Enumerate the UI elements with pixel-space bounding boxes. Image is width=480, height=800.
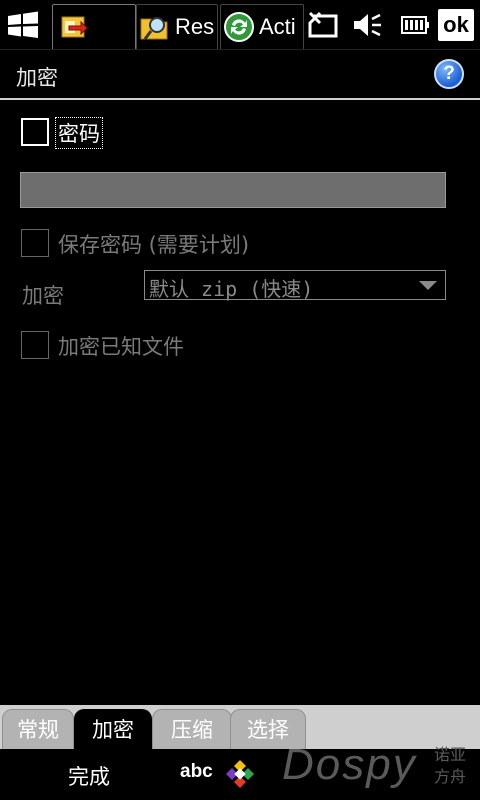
folder-search-icon [139, 11, 171, 43]
app-tab-contacts[interactable] [52, 4, 136, 49]
tab-general[interactable]: 常规 [2, 709, 74, 749]
status-bar: Res Acti ok [0, 0, 480, 50]
tab-compression[interactable]: 压缩 [152, 709, 232, 749]
encrypt-known-label: 加密已知文件 [58, 335, 184, 359]
title-bar: 加密 ? [0, 50, 480, 100]
save-password-checkbox[interactable] [21, 229, 49, 257]
encryption-select-value: 默认 zip (快速) [149, 277, 314, 301]
app-tab-activesync[interactable]: Acti [220, 4, 304, 49]
input-mode-label[interactable]: abc [180, 761, 213, 783]
volume-icon[interactable] [350, 0, 384, 49]
app-tab-label: Acti [259, 14, 296, 39]
keyboard-input-icon[interactable] [224, 758, 256, 794]
password-input[interactable] [20, 172, 446, 208]
encrypt-known-checkbox[interactable] [21, 331, 49, 359]
connectivity-icon[interactable] [308, 0, 342, 49]
password-checkbox[interactable] [21, 118, 49, 146]
password-checkbox-label[interactable]: 密码 [55, 117, 103, 149]
activesync-icon [223, 11, 255, 43]
contacts-transfer-icon [59, 12, 89, 42]
tab-encryption[interactable]: 加密 [74, 709, 152, 749]
chevron-down-icon [419, 281, 437, 290]
windows-start-icon[interactable] [4, 0, 42, 49]
page-title: 加密 [16, 66, 58, 90]
encryption-select[interactable]: 默认 zip (快速) [144, 270, 446, 301]
battery-icon[interactable] [398, 0, 432, 49]
encryption-label: 加密 [22, 284, 64, 308]
done-softkey[interactable]: 完成 [68, 761, 110, 791]
app-tab-label: Res [175, 14, 215, 39]
save-password-label: 保存密码 (需要计划) [58, 233, 250, 257]
watermark-subtitle: 诺亚方舟 [433, 745, 466, 786]
help-button[interactable]: ? [434, 59, 464, 89]
app-tab-resco[interactable]: Res [136, 4, 218, 49]
watermark-brand: Dospy [282, 740, 417, 789]
help-icon: ? [443, 63, 455, 84]
ok-button[interactable]: ok [438, 9, 474, 41]
